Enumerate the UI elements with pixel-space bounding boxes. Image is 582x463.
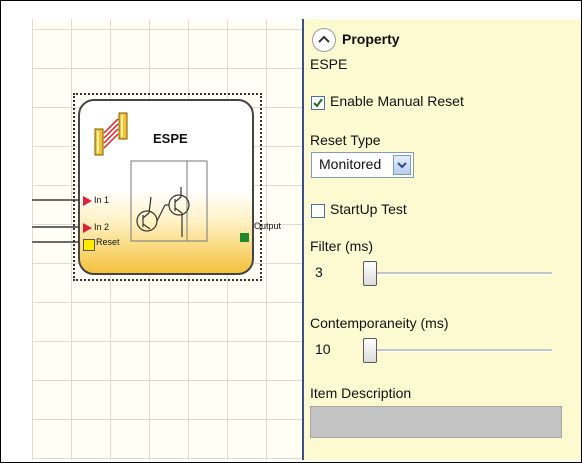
app-window: ESPE In 1 In 2 Reset Output Property ESP… [0, 0, 582, 463]
contemporaneity-label: Contemporaneity (ms) [310, 315, 449, 331]
panel-header: Property [342, 31, 400, 47]
chevron-down-icon [397, 162, 407, 169]
reset-type-value: Monitored [319, 156, 382, 172]
filter-slider-thumb[interactable] [363, 261, 377, 286]
input-pin-2-label: In 2 [94, 222, 110, 232]
reset-pin[interactable] [83, 239, 95, 251]
output-pin-label: Output [254, 221, 282, 231]
enable-manual-reset-checkbox[interactable] [311, 96, 325, 110]
contemporaneity-slider-thumb[interactable] [363, 338, 377, 363]
input-pin-1[interactable] [83, 196, 92, 206]
output-pin[interactable] [240, 233, 249, 242]
filter-value: 3 [315, 264, 323, 280]
filter-slider-track[interactable] [365, 272, 552, 275]
reset-pin-label: Reset [96, 237, 120, 247]
transistor-circuit-icon [130, 160, 208, 242]
block-title: ESPE [153, 131, 188, 146]
chevron-up-icon [318, 35, 330, 43]
espe-light-curtain-icon [94, 112, 128, 156]
startup-test-label: StartUp Test [330, 201, 407, 217]
collapse-button[interactable] [312, 28, 336, 52]
item-description-label: Item Description [310, 385, 412, 401]
contemporaneity-value: 10 [315, 341, 331, 357]
input-pin-2[interactable] [83, 223, 92, 233]
startup-test-checkbox[interactable] [311, 204, 325, 218]
checkmark-icon [313, 98, 323, 108]
item-description-field[interactable] [310, 406, 562, 438]
filter-label: Filter (ms) [310, 238, 373, 254]
reset-type-select[interactable]: Monitored [311, 152, 414, 178]
block-name-label: ESPE [310, 56, 348, 72]
contemporaneity-slider-track[interactable] [365, 349, 552, 352]
reset-type-dropdown-button[interactable] [393, 155, 411, 175]
input-pin-1-label: In 1 [94, 195, 110, 205]
enable-manual-reset-label: Enable Manual Reset [330, 93, 464, 109]
reset-type-label: Reset Type [310, 132, 381, 148]
